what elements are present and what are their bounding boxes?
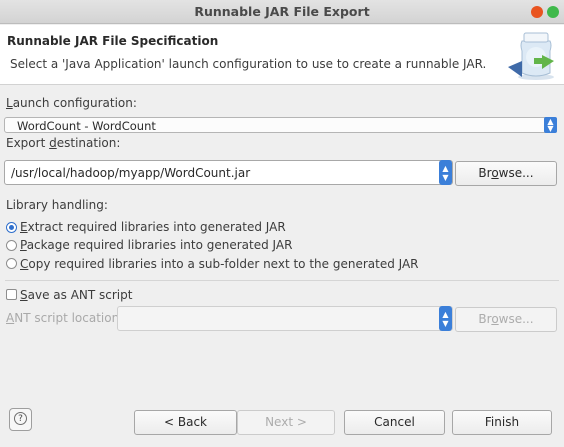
help-icon: ?	[14, 412, 27, 425]
ant-location-field[interactable]	[117, 306, 453, 331]
ant-location-label: ANT script location:	[6, 311, 124, 325]
export-destination-label: Export destination:	[6, 136, 121, 150]
radio-extract-libraries[interactable]	[6, 222, 17, 233]
back-button[interactable]: < Back	[134, 410, 237, 435]
library-handling-label: Library handling:	[6, 198, 108, 212]
section-separator	[5, 280, 559, 281]
launch-configuration-select[interactable]: WordCount - WordCount ▲ ▼	[4, 117, 557, 133]
jar-export-icon	[508, 32, 554, 80]
save-as-ant-checkbox[interactable]	[6, 289, 17, 300]
launch-configuration-label: Launch configuration:	[6, 96, 137, 110]
radio-copy-libraries[interactable]	[6, 258, 17, 269]
finish-button[interactable]: Finish	[452, 410, 552, 435]
export-destination-browse-button[interactable]: Browse...	[455, 161, 557, 186]
radio-extract-libraries-label[interactable]: Extract required libraries into generate…	[20, 220, 286, 234]
export-destination-input[interactable]	[5, 161, 452, 184]
radio-package-libraries-label[interactable]: Package required libraries into generate…	[20, 238, 292, 252]
title-bar: Runnable JAR File Export	[0, 0, 564, 24]
save-as-ant-label[interactable]: Save as ANT script	[20, 288, 132, 302]
select-arrows-icon: ▲ ▼	[544, 117, 557, 133]
export-destination-field[interactable]	[4, 160, 453, 185]
wizard-description: Select a 'Java Application' launch confi…	[10, 57, 487, 71]
window-title: Runnable JAR File Export	[194, 4, 370, 19]
ant-location-dropdown-icon[interactable]: ▲ ▼	[439, 306, 452, 331]
close-window-button[interactable]	[531, 6, 543, 18]
export-destination-dropdown-icon[interactable]: ▲ ▼	[439, 160, 452, 185]
cancel-button[interactable]: Cancel	[344, 410, 445, 435]
help-button[interactable]: ?	[9, 408, 32, 431]
wizard-title: Runnable JAR File Specification	[7, 34, 219, 48]
launch-configuration-value: WordCount - WordCount	[17, 119, 156, 133]
radio-package-libraries[interactable]	[6, 240, 17, 251]
radio-copy-libraries-label[interactable]: Copy required libraries into a sub-folde…	[20, 257, 419, 271]
wizard-header: Runnable JAR File Specification Select a…	[0, 25, 564, 85]
ant-location-browse-button[interactable]: Browse...	[455, 307, 557, 332]
maximize-window-button[interactable]	[547, 6, 559, 18]
ant-location-input[interactable]	[118, 307, 452, 330]
next-button[interactable]: Next >	[237, 410, 335, 435]
